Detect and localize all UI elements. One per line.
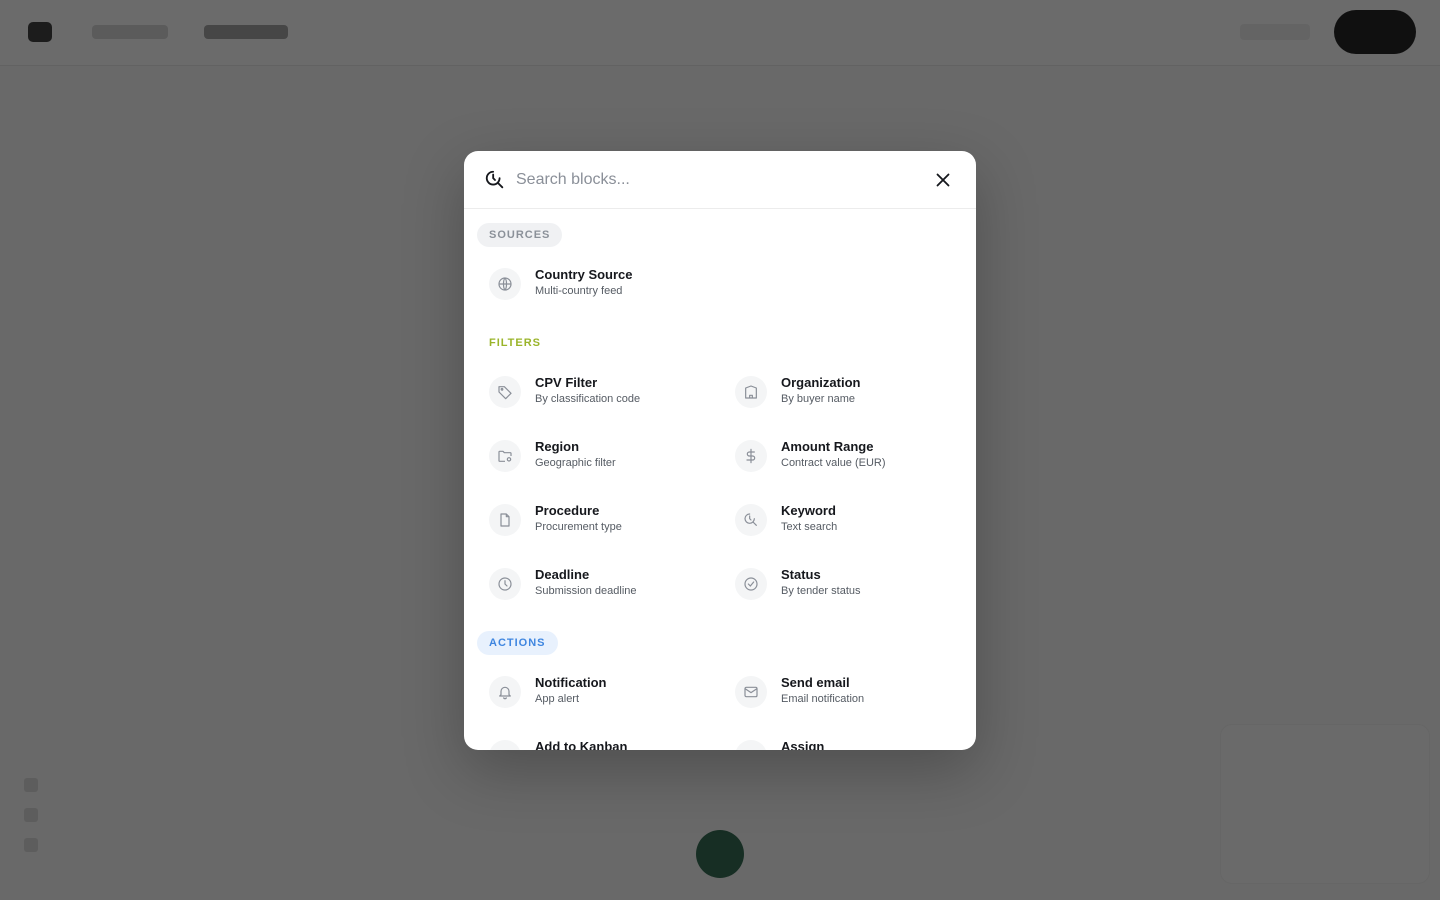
block-picker-modal: SOURCES Country Source Multi-country fee… (464, 151, 976, 750)
block-subtitle: Procurement type (535, 521, 622, 533)
mail-icon (744, 686, 758, 698)
block-subtitle: Geographic filter (535, 457, 616, 469)
search-input[interactable] (516, 165, 916, 195)
block-subtitle: App alert (535, 693, 580, 705)
block-title: Amount Range (781, 439, 874, 454)
section-label-sources: SOURCES (477, 223, 563, 247)
section-label-filters: FILTERS (489, 337, 542, 349)
block-list[interactable]: SOURCES Country Source Multi-country fee… (464, 209, 976, 750)
tag-icon (498, 386, 512, 400)
dollar-icon (746, 448, 756, 464)
block-title: Country Source (535, 267, 633, 282)
block-item-deadline[interactable]: Deadline Submission deadline (477, 559, 707, 609)
bell-icon (499, 686, 511, 700)
block-subtitle: Text search (781, 521, 838, 533)
block-item-procedure[interactable]: Procedure Procurement type (477, 495, 707, 545)
block-item-region[interactable]: Region Geographic filter (477, 431, 707, 481)
block-title: Organization (781, 375, 861, 390)
block-title: Notification (535, 675, 607, 690)
block-item-amount-range[interactable]: Amount Range Contract value (EUR) (723, 431, 953, 481)
block-title: Procedure (535, 503, 600, 518)
block-item-add-to-kanban[interactable]: Add to Kanban (477, 731, 707, 750)
close-icon[interactable] (932, 169, 954, 191)
block-subtitle: By buyer name (781, 393, 855, 405)
block-item-notification[interactable]: Notification App alert (477, 667, 707, 717)
block-item-keyword[interactable]: Keyword Text search (723, 495, 953, 545)
section-label-actions: ACTIONS (477, 631, 558, 655)
search-bar (464, 151, 976, 209)
block-item-cpv-filter[interactable]: CPV Filter By classification code (477, 367, 707, 417)
block-title: Status (781, 567, 821, 582)
check-circle-icon (744, 577, 758, 591)
block-subtitle: Email notification (781, 693, 865, 705)
block-title: Keyword (781, 503, 836, 518)
block-subtitle: By tender status (781, 585, 861, 597)
kanban-icon (497, 748, 513, 750)
block-item-organization[interactable]: Organization By buyer name (723, 367, 953, 417)
building-icon (745, 385, 757, 399)
search-icon (485, 170, 504, 189)
block-subtitle: Submission deadline (535, 585, 637, 597)
block-item-assign[interactable]: Assign (723, 731, 953, 750)
block-title: CPV Filter (535, 375, 598, 390)
block-title: Region (535, 439, 580, 454)
keyword-search-icon (744, 513, 757, 526)
clock-icon (498, 577, 512, 591)
block-title: Deadline (535, 567, 590, 582)
block-item-send-email[interactable]: Send email Email notification (723, 667, 953, 717)
block-subtitle: Contract value (EUR) (781, 457, 886, 469)
globe-icon (498, 277, 512, 291)
block-item-status[interactable]: Status By tender status (723, 559, 953, 609)
map-pin-icon (498, 450, 512, 462)
block-subtitle: By classification code (535, 393, 641, 405)
block-title: Send email (781, 675, 850, 690)
assign-icon (743, 748, 759, 750)
block-title: Assign (781, 739, 825, 750)
block-subtitle: Multi-country feed (535, 285, 623, 297)
block-title: Add to Kanban (535, 739, 628, 750)
document-icon (500, 513, 510, 527)
block-item-country-source[interactable]: Country Source Multi-country feed (477, 259, 707, 309)
